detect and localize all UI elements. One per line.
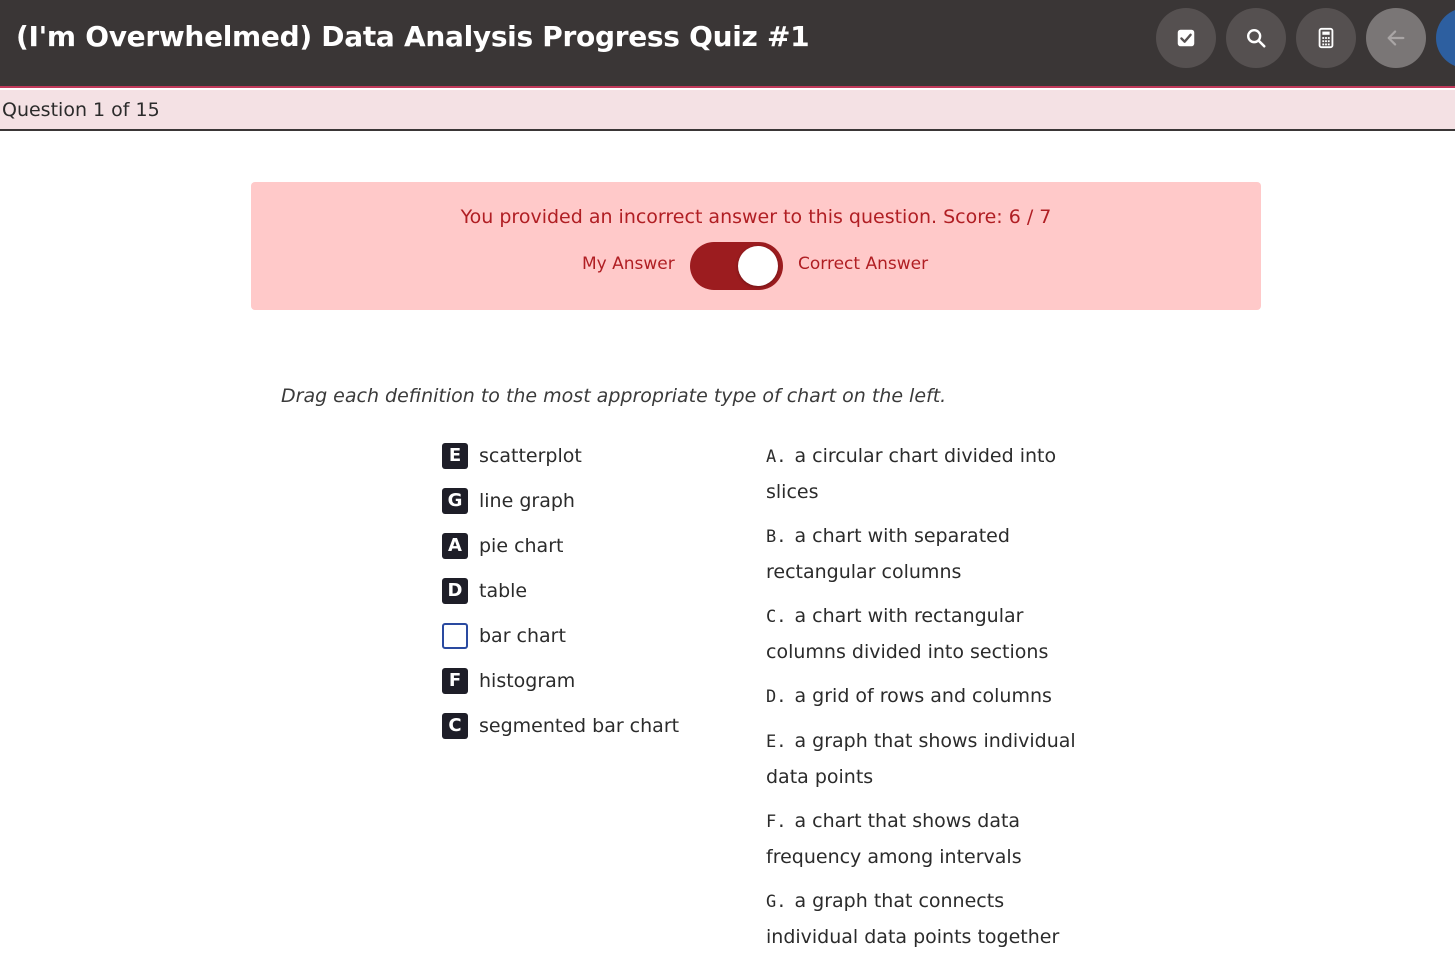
back-arrow-icon [1387, 30, 1405, 46]
definition-item[interactable]: A. a circular chart divided into slices [766, 439, 1086, 510]
definition-text: a chart with rectangular columns divided… [766, 605, 1049, 663]
definition-key: E. [766, 732, 787, 752]
definition-key: C. [766, 607, 787, 627]
feedback-banner: You provided an incorrect answer to this… [251, 182, 1261, 310]
choice-label: segmented bar chart [479, 715, 680, 737]
definition-item[interactable]: D. a grid of rows and columns [766, 679, 1086, 715]
drop-slot[interactable]: D [442, 578, 468, 604]
definition-key: D. [766, 687, 787, 707]
choice-label: scatterplot [479, 445, 582, 467]
definition-key: G. [766, 892, 787, 912]
top-bar: (I'm Overwhelmed) Data Analysis Progress… [0, 0, 1455, 88]
definition-item[interactable]: E. a graph that shows individual data poi… [766, 724, 1086, 795]
search-icon [1247, 29, 1266, 48]
definition-text: a chart that shows data frequency among … [766, 810, 1022, 868]
choice-label: line graph [479, 490, 575, 512]
drop-slot[interactable]: F [442, 668, 468, 694]
definition-text: a chart with separated rectangular colum… [766, 525, 1010, 583]
definition-item[interactable]: G. a graph that connects individual data … [766, 884, 1086, 955]
choice-label: histogram [479, 670, 576, 692]
answer-toggle-switch[interactable] [690, 242, 783, 290]
empty-drop-slot[interactable] [442, 623, 468, 649]
back-button[interactable] [1366, 8, 1426, 68]
question-instruction: Drag each definition to the most appropr… [281, 385, 947, 407]
definition-text: a graph that shows individual data point… [766, 730, 1076, 788]
choice-label: bar chart [479, 625, 566, 647]
definition-text: a graph that connects individual data po… [766, 890, 1060, 948]
definition-item[interactable]: C. a chart with rectangular columns divid… [766, 599, 1086, 670]
quiz-title: (I'm Overwhelmed) Data Analysis Progress… [16, 20, 810, 53]
drop-slot[interactable]: A [442, 533, 468, 559]
calculator-icon [1318, 27, 1334, 49]
search-button[interactable] [1226, 8, 1286, 68]
definition-text: a grid of rows and columns [794, 685, 1052, 707]
correct-answer-label[interactable]: Correct Answer [798, 254, 928, 274]
answer-toggle-row: My Answer Correct Answer [251, 242, 1261, 290]
drop-slot[interactable]: C [442, 713, 468, 739]
definition-item[interactable]: B. a chart with separated rectangular col… [766, 519, 1086, 590]
definition-key: B. [766, 527, 787, 547]
my-answer-label[interactable]: My Answer [582, 254, 675, 274]
choice-label: table [479, 580, 528, 602]
drop-slot[interactable]: E [442, 443, 468, 469]
drop-slot[interactable]: G [442, 488, 468, 514]
feedback-message: You provided an incorrect answer to this… [460, 206, 1052, 228]
checklist-icon [1177, 29, 1195, 47]
definition-key: F. [766, 812, 787, 832]
toggle-knob [738, 246, 778, 286]
question-counter: Question 1 of 15 [2, 99, 160, 121]
calculator-button[interactable] [1296, 8, 1356, 68]
definition-item[interactable]: F. a chart that shows data frequency amon… [766, 804, 1086, 875]
definition-text: a circular chart divided into slices [766, 445, 1057, 503]
question-bar: Question 1 of 15 [0, 90, 1455, 131]
choice-label: pie chart [479, 535, 564, 557]
next-button[interactable] [1436, 8, 1455, 68]
checklist-button[interactable] [1156, 8, 1216, 68]
definition-key: A. [766, 447, 787, 467]
